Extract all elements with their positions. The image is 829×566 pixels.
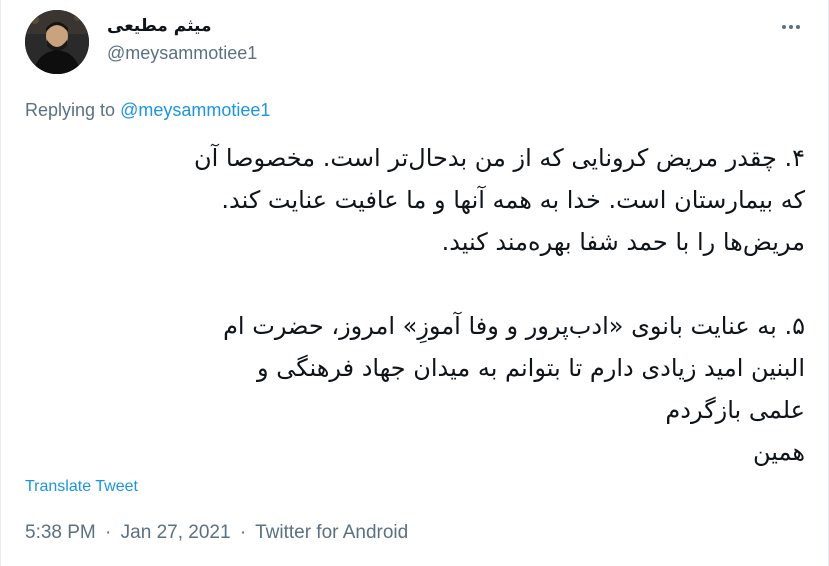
tweet-card: میثم مطیعی @meysammotiee1 Replying to @m… [0, 0, 829, 566]
avatar[interactable] [25, 10, 89, 74]
replying-handle-link[interactable]: @meysammotiee1 [120, 100, 270, 120]
tweet-line: مریض‌ها را با حمد شفا بهره‌مند کنید. [441, 228, 805, 256]
replying-to: Replying to @meysammotiee1 [25, 100, 270, 121]
tweet-source[interactable]: Twitter for Android [255, 522, 408, 543]
more-horizontal-icon [781, 25, 802, 29]
author-handle[interactable]: @meysammotiee1 [107, 43, 257, 64]
tweet-line: ۴. چقدر مریض کرونایی که از من بدحال‌تر ا… [193, 144, 805, 172]
tweet-line: علمی بازگردم [665, 396, 805, 424]
separator: · [239, 522, 247, 543]
translate-tweet-link[interactable]: Translate Tweet [25, 478, 138, 496]
tweet-metadata: 5:38 PM · Jan 27, 2021 · Twitter for And… [25, 522, 408, 544]
avatar-image [25, 10, 89, 74]
tweet-line: ۵. به عنایت بانوی «ادب‌پرور و وفا آموزِ»… [223, 312, 805, 340]
author-name[interactable]: میثم مطیعی [107, 16, 211, 36]
tweet-text: ۴. چقدر مریض کرونایی که از من بدحال‌تر ا… [25, 137, 805, 473]
replying-prefix: Replying to [25, 100, 116, 120]
tweet-line: همین [752, 438, 805, 466]
tweet-line: البنین امید زیادی دارم تا بتوانم به میدا… [256, 354, 805, 382]
more-options-button[interactable] [776, 14, 806, 40]
tweet-line: که بیمارستان است. خدا به همه آنها و ما ع… [221, 186, 805, 214]
tweet-time[interactable]: 5:38 PM [25, 522, 96, 543]
tweet-date[interactable]: Jan 27, 2021 [121, 522, 231, 543]
separator: · [105, 522, 112, 543]
